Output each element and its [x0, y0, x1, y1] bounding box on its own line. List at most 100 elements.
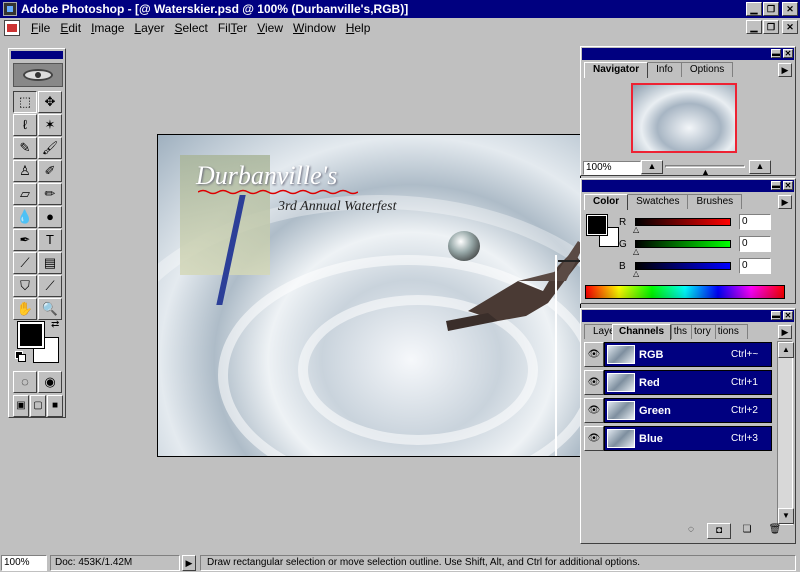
color-slider-g[interactable]: [635, 240, 731, 248]
channels-title-bar[interactable]: ▬ ✕: [582, 310, 794, 322]
color-title-bar[interactable]: ▬ ✕: [582, 180, 794, 192]
channel-row-red[interactable]: 👁 Red Ctrl+1: [584, 369, 772, 396]
menu-help[interactable]: Help: [341, 21, 376, 35]
scroll-up-arrow-icon[interactable]: ▲: [778, 342, 794, 358]
pencil-tool-button[interactable]: ✏: [38, 183, 62, 205]
navigator-preview-thumbnail[interactable]: [631, 83, 737, 153]
marquee-tool-button[interactable]: ⬚: [13, 91, 37, 113]
navigator-minimize-button[interactable]: ▬: [771, 49, 781, 58]
zoom-out-button[interactable]: ▲: [641, 160, 663, 174]
channel-row-rgb[interactable]: 👁 RGB Ctrl+~: [584, 341, 772, 368]
magic-wand-tool-button[interactable]: ✶: [38, 114, 62, 136]
paint-bucket-tool-button[interactable]: ⛉: [13, 275, 37, 297]
status-zoom-field[interactable]: 100%: [1, 555, 47, 571]
channels-menu-arrow-icon[interactable]: ▶: [778, 325, 792, 339]
burn-tool-button[interactable]: ●: [38, 206, 62, 228]
doc-minimize-button[interactable]: ▁: [746, 20, 762, 34]
color-menu-arrow-icon[interactable]: ▶: [778, 195, 792, 209]
screen-mode-full-button[interactable]: ■: [47, 395, 63, 417]
load-selection-button[interactable]: ◌: [679, 523, 703, 539]
hand-tool-button[interactable]: ✋: [13, 298, 37, 320]
default-colors-icon[interactable]: [15, 351, 26, 362]
color-spectrum-bar[interactable]: [585, 285, 785, 299]
tab-swatches[interactable]: Swatches: [627, 194, 689, 209]
channel-selection[interactable]: RGB Ctrl+~: [604, 342, 772, 367]
zoom-in-button[interactable]: ▲: [749, 160, 771, 174]
menu-edit[interactable]: Edit: [55, 21, 86, 35]
navigator-close-button[interactable]: ✕: [783, 49, 793, 58]
tab-options[interactable]: Options: [680, 62, 734, 77]
document-control-icon[interactable]: [4, 20, 20, 36]
blur-tool-button[interactable]: 💧: [13, 206, 37, 228]
adobe-eye-logo-icon[interactable]: [13, 63, 63, 87]
screen-mode-standard-button[interactable]: ▣: [13, 395, 29, 417]
tab-color[interactable]: Color: [584, 194, 629, 210]
document-canvas[interactable]: Durbanville's 3rd Annual Waterfest: [157, 134, 581, 457]
channels-minimize-button[interactable]: ▬: [771, 311, 781, 320]
channel-selection[interactable]: Blue Ctrl+3: [604, 426, 772, 451]
airbrush-tool-button[interactable]: ✎: [13, 137, 37, 159]
photoshop-app-icon[interactable]: [3, 2, 17, 16]
menu-filter[interactable]: FilTer: [213, 21, 252, 35]
color-slider-b[interactable]: [635, 262, 731, 270]
tab-brushes[interactable]: Brushes: [687, 194, 743, 209]
menu-layer[interactable]: Layer: [129, 21, 169, 35]
new-channel-button[interactable]: ❏: [735, 523, 759, 539]
doc-close-button[interactable]: ✕: [782, 20, 798, 34]
move-tool-button[interactable]: ✥: [38, 91, 62, 113]
channel-selection[interactable]: Red Ctrl+1: [604, 370, 772, 395]
close-button[interactable]: ✕: [782, 2, 798, 16]
pen-tool-button[interactable]: ✒: [13, 229, 37, 251]
zoom-slider-thumb-icon[interactable]: ▲: [701, 167, 710, 177]
swap-colors-icon[interactable]: ⇄: [51, 319, 59, 330]
navigator-zoom-field[interactable]: 100%: [583, 161, 641, 175]
color-minimize-button[interactable]: ▬: [771, 181, 781, 190]
tab-channels[interactable]: Channels: [612, 324, 672, 340]
channels-close-button[interactable]: ✕: [783, 311, 793, 320]
measure-tool-button[interactable]: ⟋: [13, 252, 37, 274]
visibility-eye-icon[interactable]: 👁: [584, 370, 604, 395]
tab-actions[interactable]: tions: [714, 324, 748, 339]
color-slider-b-thumb-icon[interactable]: △: [633, 269, 639, 278]
channel-selection[interactable]: Green Ctrl+2: [604, 398, 772, 423]
toolbox-title-bar[interactable]: [11, 51, 63, 59]
color-foreground-swatch[interactable]: [586, 214, 608, 236]
color-slider-r[interactable]: [635, 218, 731, 226]
menu-image[interactable]: Image: [86, 21, 129, 35]
channel-row-green[interactable]: 👁 Green Ctrl+2: [584, 397, 772, 424]
menu-file[interactable]: File: [26, 21, 55, 35]
save-selection-button[interactable]: ◘: [707, 523, 731, 539]
lasso-tool-button[interactable]: ℓ: [13, 114, 37, 136]
rubber-stamp-tool-button[interactable]: ♙: [13, 160, 37, 182]
tab-history[interactable]: tory: [691, 324, 716, 339]
eyedropper-tool-button[interactable]: ⟋: [38, 275, 62, 297]
channel-row-blue[interactable]: 👁 Blue Ctrl+3: [584, 425, 772, 452]
visibility-eye-icon[interactable]: 👁: [584, 426, 604, 451]
standard-mode-button[interactable]: ◌: [13, 371, 37, 393]
screen-mode-full-menu-button[interactable]: ▢: [30, 395, 46, 417]
tab-navigator[interactable]: Navigator: [584, 62, 649, 78]
maximize-button[interactable]: ❐: [763, 2, 779, 16]
tab-info[interactable]: Info: [647, 62, 682, 77]
doc-restore-button[interactable]: ❐: [763, 20, 779, 34]
minimize-button[interactable]: ▁: [746, 2, 762, 16]
quick-mask-mode-button[interactable]: ◉: [38, 371, 62, 393]
zoom-tool-button[interactable]: 🔍: [38, 298, 62, 320]
menu-select[interactable]: Select: [169, 21, 212, 35]
visibility-eye-icon[interactable]: 👁: [584, 342, 604, 367]
paintbrush-tool-button[interactable]: 🖌: [38, 137, 62, 159]
visibility-eye-icon[interactable]: 👁: [584, 398, 604, 423]
app-title-bar[interactable]: Adobe Photoshop - [@ Waterskier.psd @ 10…: [0, 0, 800, 18]
foreground-color-swatch[interactable]: [17, 321, 45, 349]
color-value-b[interactable]: 0: [739, 258, 771, 274]
navigator-menu-arrow-icon[interactable]: ▶: [778, 63, 792, 77]
navigator-title-bar[interactable]: ▬ ✕: [582, 48, 794, 60]
menu-window[interactable]: Window: [288, 21, 341, 35]
type-tool-button[interactable]: T: [38, 229, 62, 251]
tab-paths[interactable]: ths: [670, 324, 693, 339]
gradient-tool-button[interactable]: ▤: [38, 252, 62, 274]
scroll-down-arrow-icon[interactable]: ▼: [778, 508, 794, 524]
menu-view[interactable]: View: [252, 21, 288, 35]
color-value-r[interactable]: 0: [739, 214, 771, 230]
color-close-button[interactable]: ✕: [783, 181, 793, 190]
